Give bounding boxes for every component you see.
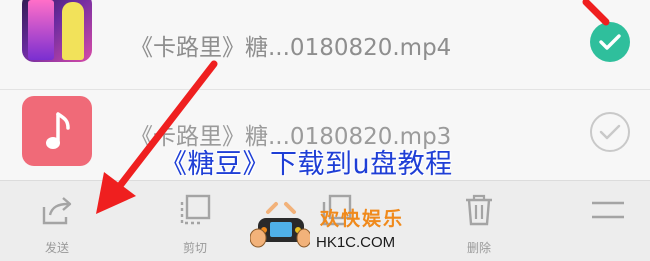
video-thumbnail <box>22 0 92 62</box>
cut-icon <box>180 194 211 225</box>
audio-thumbnail <box>22 96 92 166</box>
send-button[interactable]: 发送 <box>10 181 100 261</box>
file-name: 《卡路里》糖...0180820.mp4 <box>130 35 452 61</box>
overlay-title: 《糖豆》下载到u盘教程 <box>160 149 453 180</box>
delete-button[interactable]: 删除 <box>432 181 522 261</box>
more-button[interactable] <box>560 181 650 261</box>
watermark-cn: 欢快娱乐 <box>320 208 405 230</box>
cut-label: 剪切 <box>182 241 207 255</box>
selected-check-icon[interactable] <box>590 22 630 62</box>
watermark: 欢快娱乐 HK1C.COM <box>250 198 420 258</box>
share-icon <box>42 197 72 225</box>
cut-button[interactable]: 剪切 <box>148 181 238 261</box>
trash-icon <box>466 194 492 226</box>
send-label: 发送 <box>44 241 69 255</box>
menu-icon <box>592 201 624 219</box>
gamepad-hands-icon <box>250 202 310 248</box>
file-row-video[interactable]: 《卡路里》糖...0180820.mp4 <box>0 0 650 90</box>
delete-label: 删除 <box>466 241 491 255</box>
music-note-icon <box>46 112 70 149</box>
watermark-en: HK1C.COM <box>316 234 396 251</box>
unselected-check-icon[interactable] <box>590 112 630 152</box>
